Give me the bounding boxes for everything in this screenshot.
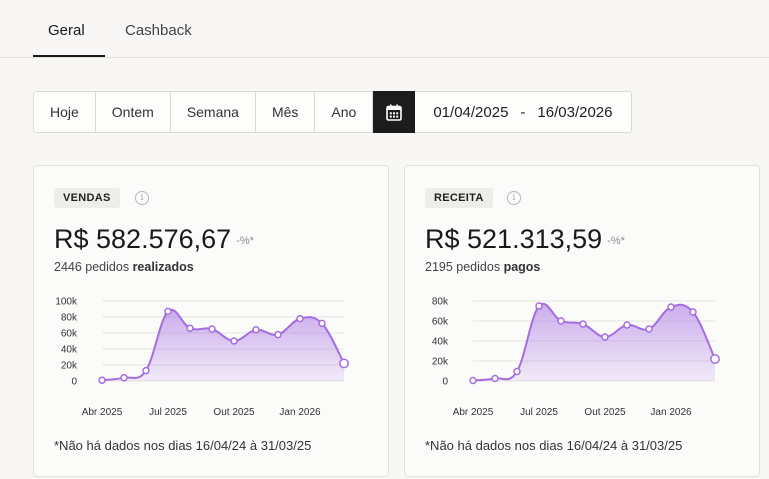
data-point[interactable] bbox=[623, 321, 631, 329]
x-tick-label: Jan 2026 bbox=[279, 407, 321, 418]
card-amount: R$ 521.313,59 -%* bbox=[425, 224, 625, 255]
y-tick-label: 20k bbox=[432, 357, 449, 368]
date-end: 16/03/2026 bbox=[537, 103, 613, 121]
data-point[interactable] bbox=[186, 324, 194, 332]
data-point[interactable] bbox=[710, 354, 720, 364]
data-point[interactable] bbox=[274, 330, 282, 339]
x-tick-label: Out 2025 bbox=[584, 407, 626, 418]
y-tick-label: 60k bbox=[432, 317, 449, 328]
data-point[interactable] bbox=[318, 319, 326, 328]
amount-value: R$ 582.576,67 bbox=[54, 224, 232, 254]
date-start: 01/04/2025 bbox=[433, 103, 509, 121]
tab-geral[interactable]: Geral bbox=[48, 22, 85, 39]
no-data-note: *Não há dados nos dias 16/04/24 à 31/03/… bbox=[425, 438, 683, 453]
active-tab-indicator bbox=[33, 55, 105, 57]
vendas-chart: 0 20k 40k 60k 80k 100k Abr 2025 Jul 2025 Out 202… bbox=[55, 297, 349, 418]
info-icon[interactable]: i bbox=[507, 191, 521, 205]
orders-status: realizados bbox=[132, 260, 194, 274]
data-point[interactable] bbox=[601, 333, 609, 341]
data-point[interactable] bbox=[513, 367, 521, 376]
data-point[interactable] bbox=[557, 317, 565, 325]
data-point[interactable] bbox=[230, 337, 238, 345]
date-range-field[interactable]: 01/04/2025 - 16/03/2026 bbox=[415, 92, 630, 132]
orders-count: 2195 pedidos bbox=[425, 260, 501, 274]
series-area bbox=[473, 303, 715, 381]
data-point[interactable] bbox=[208, 325, 216, 333]
y-tick-label: 0 bbox=[71, 377, 77, 388]
no-data-note: *Não há dados nos dias 16/04/24 à 31/03/… bbox=[54, 438, 312, 453]
data-point[interactable] bbox=[296, 314, 304, 323]
filter-hoje-button[interactable]: Hoje bbox=[34, 92, 96, 132]
y-tick-label: 80k bbox=[61, 313, 78, 324]
card-badge: RECEITA bbox=[425, 188, 493, 208]
x-tick-label: Jul 2025 bbox=[149, 407, 187, 418]
date-separator: - bbox=[520, 103, 526, 121]
tab-bar: Geral Cashback bbox=[0, 0, 769, 58]
x-tick-label: Jan 2026 bbox=[650, 407, 692, 418]
series-area bbox=[102, 309, 344, 381]
date-filter-bar: Hoje Ontem Semana Mês Ano 01/04/2025 - 1… bbox=[33, 91, 632, 133]
y-tick-label: 0 bbox=[442, 377, 448, 388]
orders-status: pagos bbox=[503, 260, 541, 274]
x-tick-label: Out 2025 bbox=[213, 407, 255, 418]
filter-semana-button[interactable]: Semana bbox=[171, 92, 256, 132]
data-point[interactable] bbox=[645, 325, 653, 333]
y-tick-label: 100k bbox=[55, 297, 78, 308]
orders-summary: 2446 pedidos realizados bbox=[54, 260, 194, 274]
amount-value: R$ 521.313,59 bbox=[425, 224, 603, 254]
y-tick-label: 20k bbox=[61, 361, 78, 372]
data-point[interactable] bbox=[689, 308, 697, 316]
data-point[interactable] bbox=[120, 374, 128, 382]
change-percent: -%* bbox=[236, 234, 254, 247]
receita-card: RECEITA i R$ 521.313,59 -%* 2195 pedidos … bbox=[404, 165, 760, 477]
y-tick-label: 40k bbox=[432, 337, 449, 348]
data-point[interactable] bbox=[667, 303, 675, 311]
filter-ano-button[interactable]: Ano bbox=[315, 92, 374, 132]
data-point[interactable] bbox=[164, 307, 172, 316]
data-point[interactable] bbox=[142, 366, 150, 375]
info-icon[interactable]: i bbox=[135, 191, 149, 205]
data-point[interactable] bbox=[98, 376, 106, 384]
y-tick-label: 60k bbox=[61, 329, 78, 340]
orders-count: 2446 pedidos bbox=[54, 260, 130, 274]
filter-ontem-button[interactable]: Ontem bbox=[96, 92, 171, 132]
calendar-button[interactable] bbox=[373, 91, 416, 133]
tab-cashback[interactable]: Cashback bbox=[125, 22, 192, 39]
card-badge: VENDAS bbox=[54, 188, 120, 208]
data-point[interactable] bbox=[469, 376, 477, 385]
y-tick-label: 80k bbox=[432, 297, 449, 308]
x-tick-label: Jul 2025 bbox=[520, 407, 558, 418]
data-point[interactable] bbox=[579, 320, 587, 328]
y-tick-label: 40k bbox=[61, 345, 78, 356]
vendas-card: VENDAS i R$ 582.576,67 -%* 2446 pedidos r… bbox=[33, 165, 389, 477]
card-amount: R$ 582.576,67 -%* bbox=[54, 224, 254, 255]
x-tick-label: Abr 2025 bbox=[453, 407, 494, 418]
orders-summary: 2195 pedidos pagos bbox=[425, 260, 540, 274]
data-point[interactable] bbox=[491, 374, 499, 383]
filter-mes-button[interactable]: Mês bbox=[256, 92, 316, 132]
data-point[interactable] bbox=[535, 302, 543, 310]
receita-chart: 0 20k 40k 60k 80k Abr 2025 Jul 2025 Out 2025 Jan… bbox=[432, 297, 720, 418]
data-point[interactable] bbox=[339, 358, 349, 369]
x-tick-label: Abr 2025 bbox=[82, 407, 123, 418]
calendar-icon bbox=[386, 104, 403, 121]
data-point[interactable] bbox=[252, 326, 260, 334]
change-percent: -%* bbox=[607, 234, 625, 247]
